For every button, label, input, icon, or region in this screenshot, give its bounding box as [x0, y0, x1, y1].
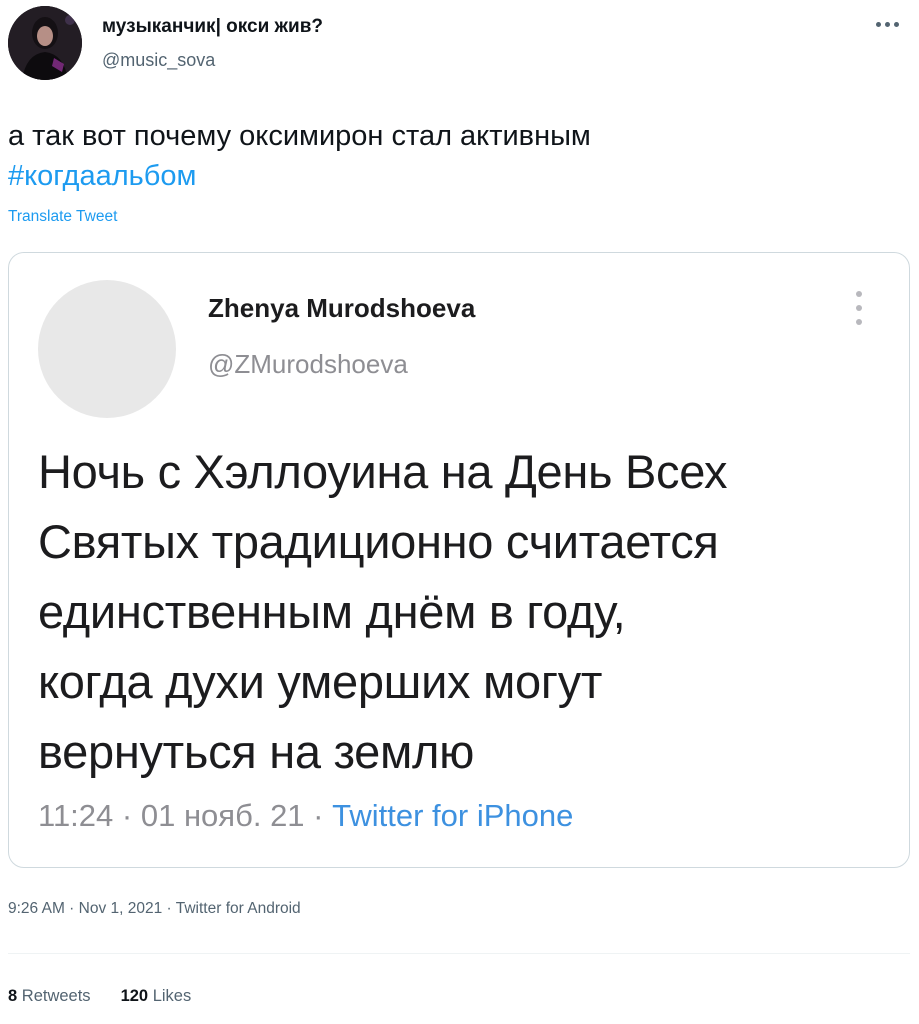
- tweet-text: а так вот почему оксимирон стал активным…: [8, 116, 591, 196]
- quoted-author-avatar: [38, 280, 176, 418]
- quoted-tweet-card[interactable]: Zhenya Murodshoeva @ZMurodshoeva Ночь с …: [8, 252, 910, 868]
- quoted-text-line: Святых традиционно считается: [38, 515, 719, 568]
- retweets-stat[interactable]: 8 Retweets: [8, 987, 91, 1005]
- divider: [8, 953, 910, 954]
- hashtag-link[interactable]: #когдаальбом: [8, 156, 591, 196]
- avatar-photo: [8, 6, 82, 80]
- author-name[interactable]: музыканчик| окси жив?: [102, 16, 323, 38]
- separator: ·: [113, 798, 141, 833]
- tweet-date-link[interactable]: Nov 1, 2021: [79, 900, 163, 917]
- tweet-time-link[interactable]: 9:26 AM: [8, 900, 65, 917]
- more-horizontal-icon[interactable]: [872, 16, 902, 32]
- retweets-count: 8: [8, 987, 18, 1005]
- tweet-text-main: а так вот почему оксимирон стал активным: [8, 120, 591, 152]
- quoted-time: 11:24: [38, 798, 114, 833]
- translate-tweet-link[interactable]: Translate Tweet: [8, 208, 117, 226]
- quoted-text-line: когда духи умерших могут: [38, 655, 603, 708]
- separator: ·: [162, 900, 176, 917]
- quoted-text-line: Ночь с Хэллоуина на День Всех: [38, 445, 728, 498]
- author-avatar[interactable]: [8, 6, 82, 80]
- tweet-meta: 9:26 AM · Nov 1, 2021 · Twitter for Andr…: [8, 900, 301, 918]
- quoted-source: Twitter for iPhone: [332, 798, 574, 833]
- quoted-tweet-text: Ночь с Хэллоуина на День Всех Святых тра…: [38, 437, 728, 787]
- retweets-label: Retweets: [21, 987, 91, 1005]
- tweet-stats: 8 Retweets 120 Likes: [8, 987, 221, 1006]
- tweet-source: Twitter for Android: [175, 900, 301, 917]
- quoted-tweet-meta: 11:24 · 01 нояб. 21 · Twitter for iPhone: [38, 798, 573, 834]
- author-handle[interactable]: @music_sova: [102, 50, 215, 71]
- separator: ·: [64, 900, 79, 917]
- quoted-author-handle: @ZMurodshoeva: [208, 349, 408, 379]
- likes-label: Likes: [152, 987, 192, 1005]
- more-vertical-icon: [855, 291, 863, 325]
- quoted-text-line: единственным днём в году,: [38, 585, 626, 638]
- likes-count: 120: [120, 987, 149, 1005]
- separator: ·: [304, 798, 333, 833]
- likes-stat[interactable]: 120 Likes: [121, 987, 192, 1005]
- quoted-date: 01 нояб. 21: [140, 798, 305, 833]
- quoted-author-name: Zhenya Murodshoeva: [208, 293, 476, 323]
- quoted-text-line: вернуться на землю: [38, 725, 475, 778]
